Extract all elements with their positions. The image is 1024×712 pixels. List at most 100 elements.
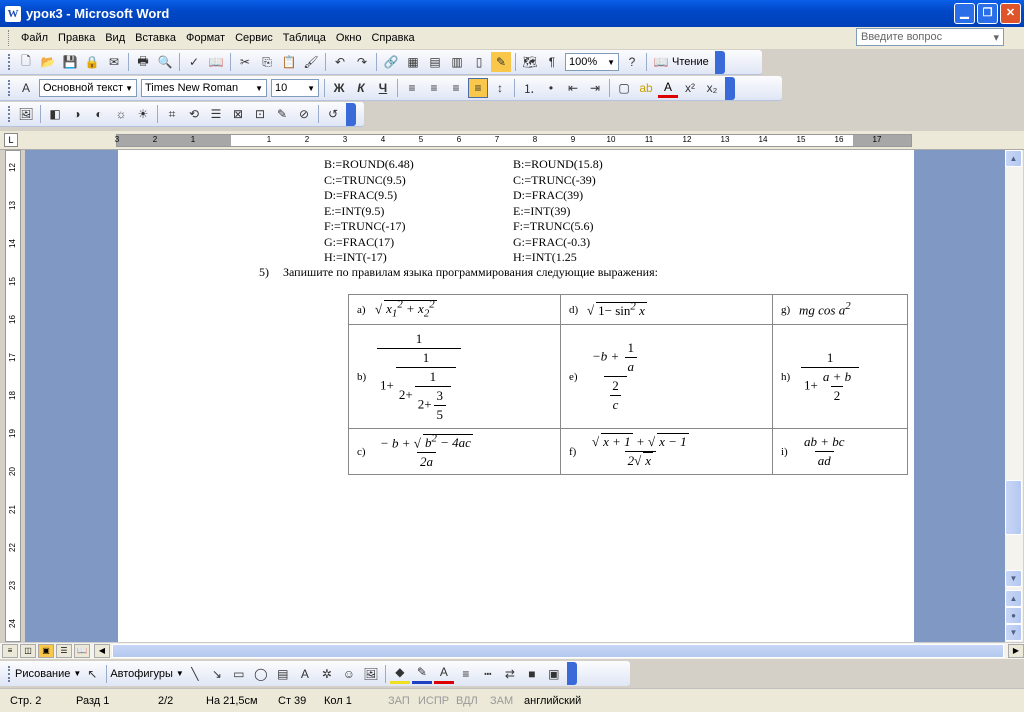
text-wrap-icon[interactable]: ⊡ <box>250 104 270 124</box>
status-record[interactable]: ЗАП <box>378 695 410 707</box>
table-cell[interactable]: c) − b + √ b2 − 4ac 2a <box>348 428 561 475</box>
table-cell[interactable]: d) √ 1− sin2 x <box>560 294 773 325</box>
scroll-left-icon[interactable]: ◀ <box>94 644 110 658</box>
document-page[interactable]: B:=ROUND(6.48) C:=TRUNC(9.5) D:=FRAC(9.5… <box>118 150 914 642</box>
word-app-icon[interactable]: W <box>5 5 21 22</box>
show-hide-marks-icon[interactable]: ¶ <box>542 52 562 72</box>
tables-borders-icon[interactable]: ▦ <box>403 52 423 72</box>
line-color-icon[interactable]: ✎ <box>411 664 432 684</box>
toolbar-grip[interactable] <box>8 54 11 70</box>
menu-grip[interactable] <box>8 30 11 46</box>
scroll-right-icon[interactable]: ▶ <box>1008 644 1024 658</box>
more-brightness-icon[interactable]: ☼ <box>111 104 131 124</box>
draw-menu-button[interactable]: Рисование <box>15 668 70 680</box>
chevron-down-icon[interactable]: ▾ <box>993 31 999 44</box>
bullets-icon[interactable]: • <box>541 78 561 98</box>
table-cell[interactable]: h) 1 1+ a + b2 <box>772 324 908 429</box>
reset-picture-icon[interactable]: ↺ <box>323 104 343 124</box>
help-search-input[interactable]: Введите вопрос ▾ <box>856 28 1004 46</box>
line-spacing-icon[interactable]: ↕ <box>490 78 510 98</box>
menu-tools[interactable]: Сервис <box>230 32 278 44</box>
borders-icon[interactable]: ▢ <box>614 78 634 98</box>
rotate-icon[interactable]: ⟲ <box>184 104 204 124</box>
menu-help[interactable]: Справка <box>366 32 419 44</box>
align-right-icon[interactable]: ≡ <box>446 78 466 98</box>
numbering-icon[interactable]: ⒈ <box>519 78 539 98</box>
reading-icon[interactable]: 📖 <box>651 52 671 72</box>
normal-view-icon[interactable]: ≡ <box>2 644 18 658</box>
color-icon[interactable]: ◧ <box>45 104 65 124</box>
font-select[interactable]: Times New Roman ▼ <box>141 79 267 97</box>
web-view-icon[interactable]: ◫ <box>20 644 36 658</box>
justify-icon[interactable]: ≡ <box>468 78 488 98</box>
copy-icon[interactable]: ⎘ <box>257 52 277 72</box>
superscript-icon[interactable]: x² <box>680 78 700 98</box>
close-button[interactable]: ✕ <box>1000 3 1021 24</box>
table-cell[interactable]: g) mg cos a2 <box>772 294 908 325</box>
table-cell[interactable]: i) ab + bc ad <box>772 428 908 475</box>
drawing-icon[interactable]: ✎ <box>491 52 511 72</box>
menu-format[interactable]: Формат <box>181 32 230 44</box>
toolbar-options-icon[interactable] <box>346 102 356 126</box>
less-contrast-icon[interactable]: ◐ <box>89 104 109 124</box>
arrow-style-icon[interactable]: ⇄ <box>500 664 520 684</box>
next-page-icon[interactable]: ▼ <box>1005 624 1022 641</box>
vertical-ruler[interactable]: 12 13 14 15 16 17 18 19 20 21 22 23 24 <box>5 150 21 642</box>
table-cell[interactable]: a) √ x12 + x22 <box>348 294 561 325</box>
insert-excel-icon[interactable]: ▥ <box>447 52 467 72</box>
print-preview-icon[interactable]: 🔍 <box>155 52 175 72</box>
maximize-button[interactable]: ❐ <box>977 3 998 24</box>
scroll-up-icon[interactable]: ▲ <box>1005 150 1022 167</box>
open-folder-icon[interactable]: 📂 <box>38 52 58 72</box>
document-area[interactable]: B:=ROUND(6.48) C:=TRUNC(9.5) D:=FRAC(9.5… <box>25 150 1005 642</box>
less-brightness-icon[interactable]: ☀ <box>133 104 153 124</box>
vertical-scrollbar[interactable]: ▲ ▼ ▲ ● ▼ <box>1005 150 1023 642</box>
status-extend[interactable]: ВДЛ <box>446 695 480 707</box>
ruler-strip[interactable]: 3 2 1 1 2 3 4 5 6 7 8 9 10 11 12 13 14 1… <box>115 134 912 147</box>
research-icon[interactable]: 📖 <box>206 52 226 72</box>
menu-edit[interactable]: Правка <box>53 32 100 44</box>
oval-icon[interactable]: ◯ <box>251 664 271 684</box>
table-cell[interactable]: e) −b + 1a2c <box>560 324 773 429</box>
redo-icon[interactable]: ↷ <box>352 52 372 72</box>
line-style-icon[interactable]: ≡ <box>456 664 476 684</box>
style-select[interactable]: Основной текст ▼ <box>39 79 137 97</box>
toolbar-grip[interactable] <box>8 106 11 122</box>
font-color-icon[interactable]: A <box>658 78 678 98</box>
font-color-icon[interactable]: A <box>433 664 454 684</box>
format-picture-icon[interactable]: ✎ <box>272 104 292 124</box>
menu-table[interactable]: Таблица <box>278 32 331 44</box>
outline-view-icon[interactable]: ☰ <box>56 644 72 658</box>
email-icon[interactable]: ✉ <box>104 52 124 72</box>
browse-object-icon[interactable]: ● <box>1005 607 1022 624</box>
3d-style-icon[interactable]: ▣ <box>544 664 564 684</box>
previous-page-icon[interactable]: ▲ <box>1005 590 1022 607</box>
toolbar-grip[interactable] <box>8 80 11 96</box>
reading-button[interactable]: Чтение <box>672 56 709 68</box>
status-track-changes[interactable]: ИСПР <box>408 695 449 707</box>
menu-file[interactable]: Файл <box>16 32 53 44</box>
decrease-indent-icon[interactable]: ⇤ <box>563 78 583 98</box>
hyperlink-icon[interactable]: 🔗 <box>381 52 401 72</box>
set-transparent-icon[interactable]: ⊘ <box>294 104 314 124</box>
italic-icon[interactable]: К <box>351 78 371 98</box>
tab-selector[interactable]: L <box>4 133 18 147</box>
scroll-thumb[interactable] <box>1005 480 1022 535</box>
insert-table-icon[interactable]: ▤ <box>425 52 445 72</box>
increase-indent-icon[interactable]: ⇥ <box>585 78 605 98</box>
save-icon[interactable]: 💾 <box>60 52 80 72</box>
fill-color-icon[interactable]: ◆ <box>389 664 410 684</box>
underline-icon[interactable]: Ч <box>373 78 393 98</box>
rectangle-icon[interactable]: ▭ <box>229 664 249 684</box>
horizontal-scrollbar[interactable]: ≡ ◫ ▣ ☰ 📖 ◀ ▶ <box>0 642 1024 659</box>
toolbar-options-icon[interactable] <box>714 50 725 74</box>
spelling-icon[interactable]: ✓ <box>184 52 204 72</box>
toolbar-grip[interactable] <box>8 665 11 682</box>
styles-icon[interactable]: A <box>16 78 36 98</box>
clipart-icon[interactable]: ☺ <box>339 664 359 684</box>
compress-icon[interactable]: ⊠ <box>228 104 248 124</box>
table-cell[interactable]: b) 1 1+ 1 2+ 1 2+ 3 5 <box>348 324 561 429</box>
font-size-select[interactable]: 10 ▼ <box>271 79 319 97</box>
dash-style-icon[interactable]: ┅ <box>478 664 498 684</box>
scroll-down-icon[interactable]: ▼ <box>1005 570 1022 587</box>
